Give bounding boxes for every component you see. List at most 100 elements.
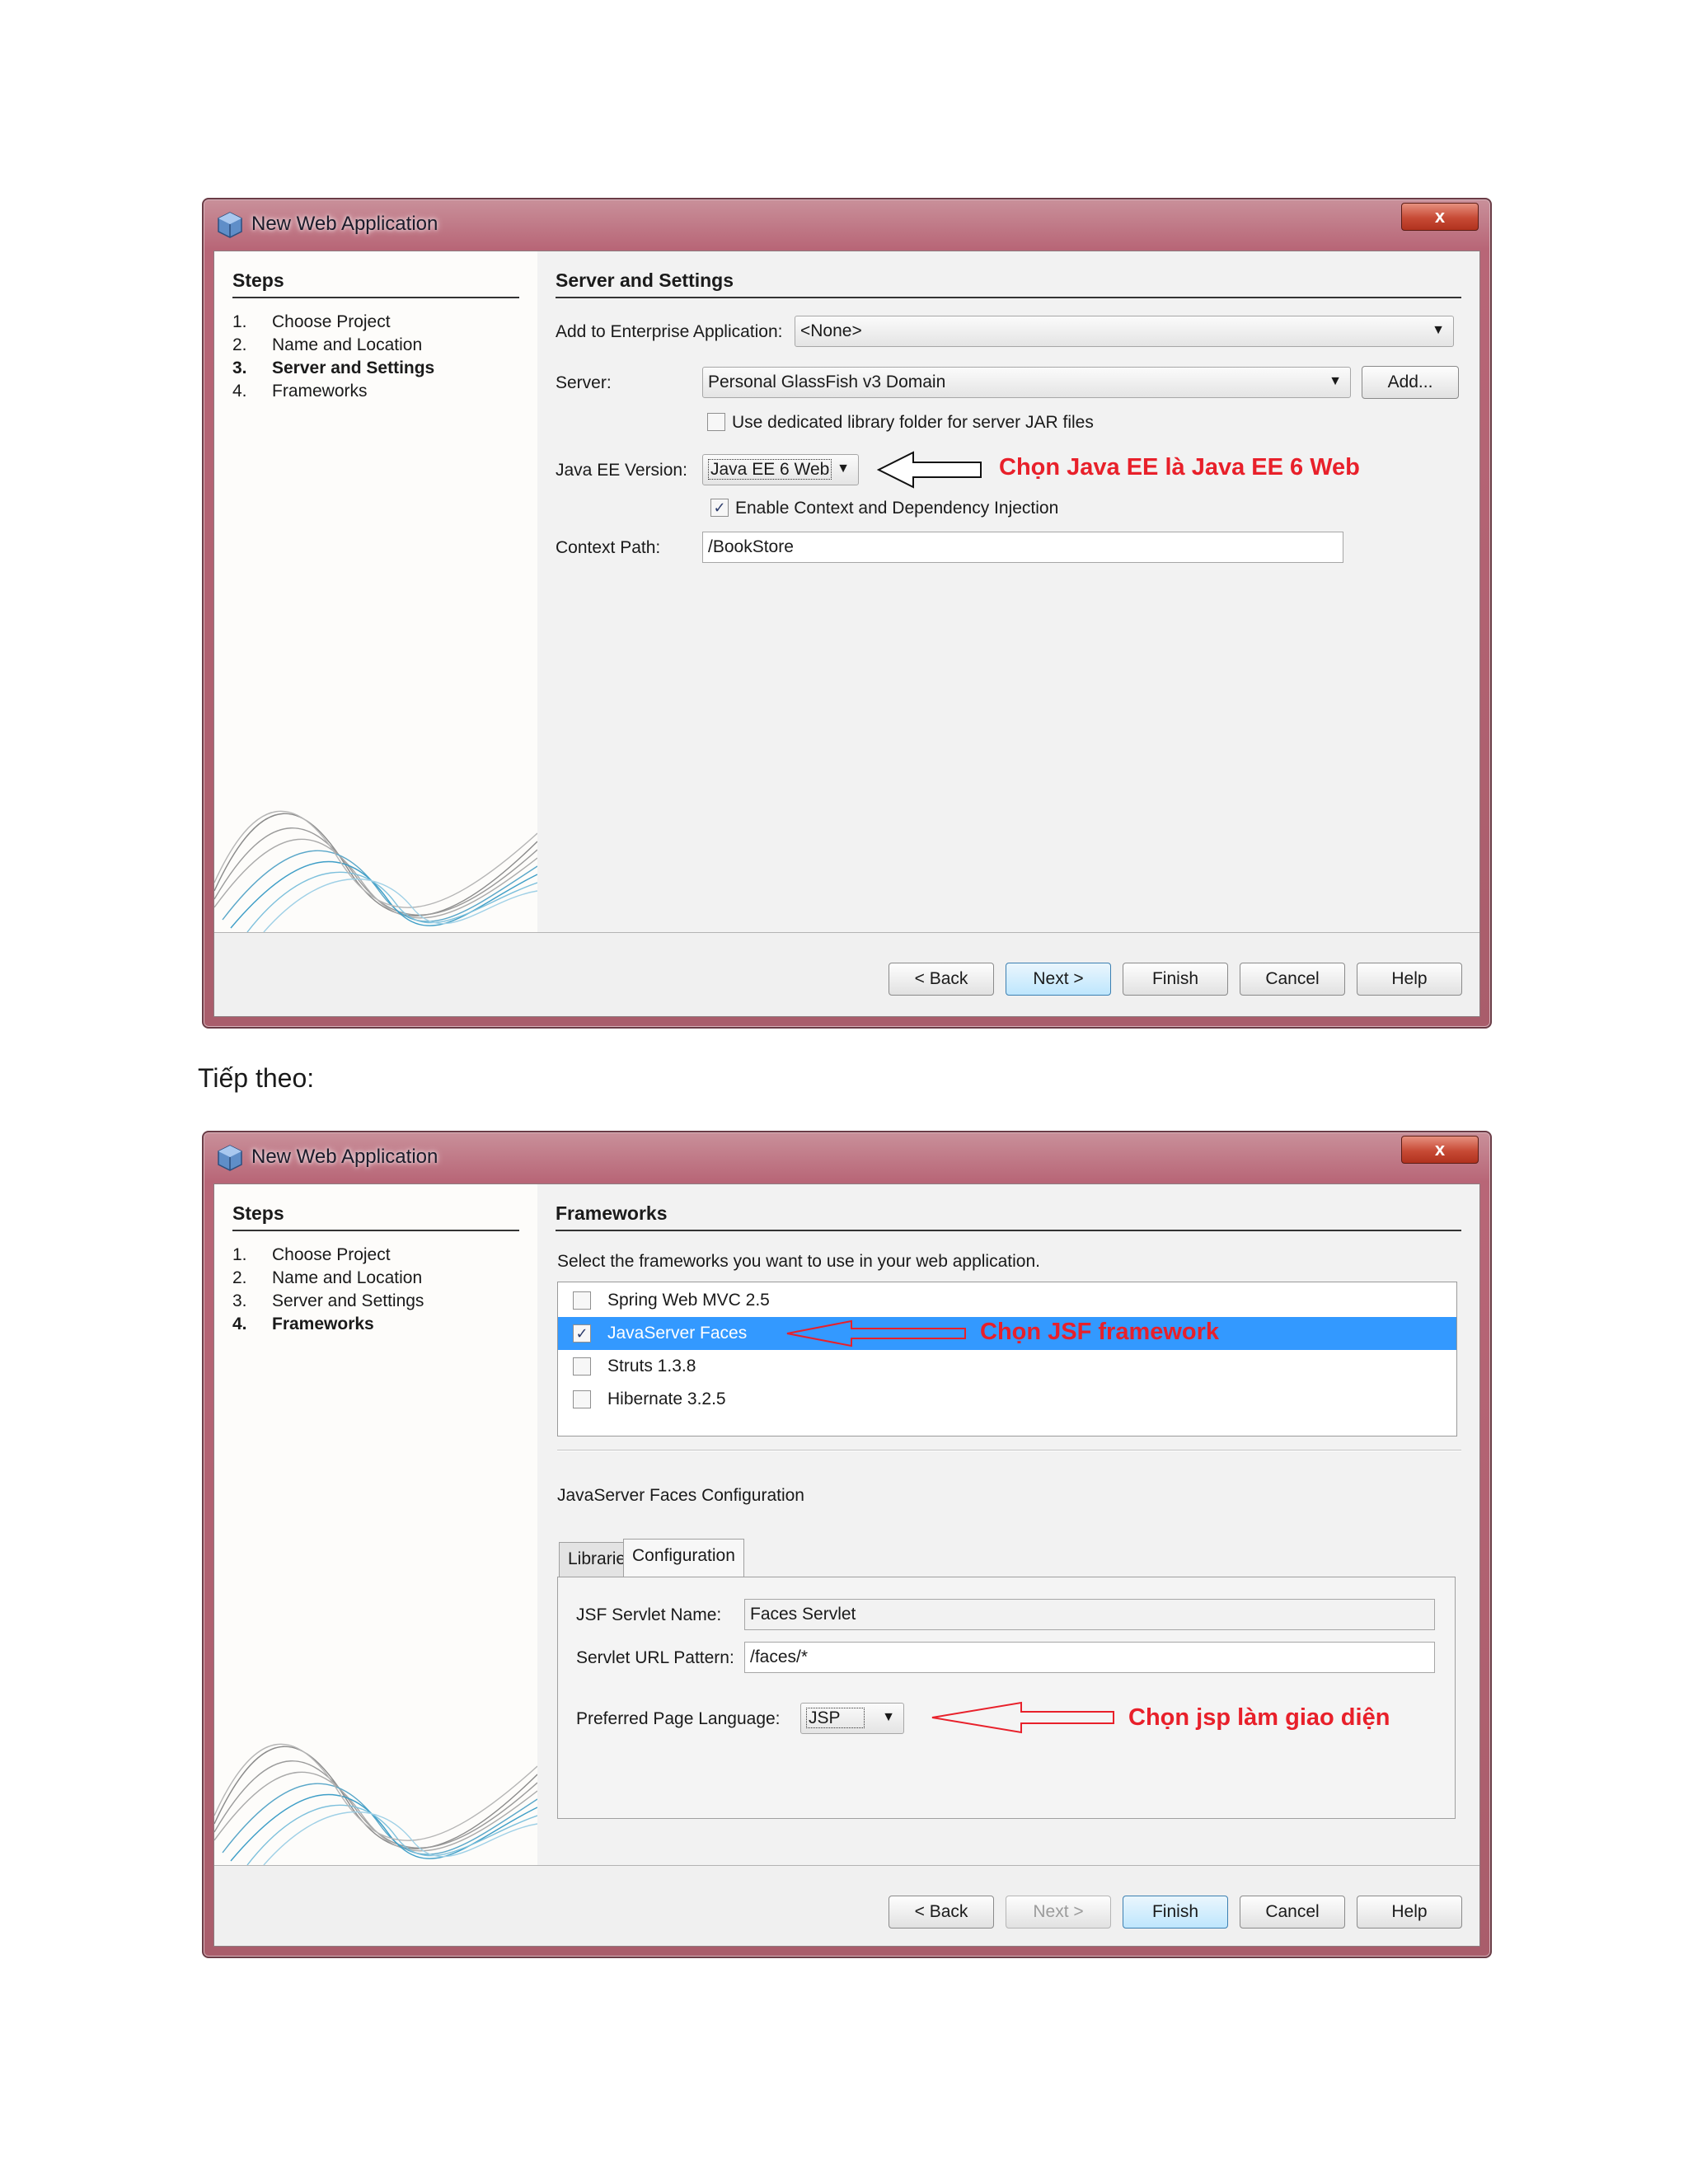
decorative-wave-graphic <box>214 810 537 932</box>
frameworks-list: Spring Web MVC 2.5 ✓ JavaServer Faces Ch… <box>557 1282 1457 1436</box>
new-web-application-dialog-server-settings: New Web Application x Steps 1. Choose Pro… <box>202 198 1492 1029</box>
dialog-client-area: Steps 1. Choose Project 2. Name and Locati… <box>213 1183 1480 1947</box>
netbeans-cube-icon <box>218 1145 242 1171</box>
javaee-version-select[interactable]: Java EE 6 Web ▼ <box>702 454 859 485</box>
step-number: 2. <box>232 1268 247 1287</box>
close-icon: x <box>1434 206 1446 227</box>
dedicated-lib-checkbox[interactable] <box>707 413 725 431</box>
steps-pane: Steps 1. Choose Project 2. Name and Locati… <box>214 1184 537 1865</box>
tab-configuration[interactable]: Configuration <box>623 1539 744 1577</box>
step-item: 3. Server and Settings <box>232 1291 424 1315</box>
jsf-annotation: Chọn JSF framework <box>980 1319 1220 1345</box>
finish-button[interactable]: Finish <box>1123 963 1228 996</box>
framework-row-struts[interactable]: Struts 1.3.8 <box>558 1350 1456 1383</box>
steps-title: Steps <box>232 269 519 298</box>
servlet-name-field[interactable]: Faces Servlet <box>744 1599 1435 1630</box>
chevron-down-icon: ▼ <box>1329 374 1342 388</box>
server-select[interactable]: Personal GlassFish v3 Domain ▼ <box>702 367 1351 398</box>
step-label: Choose Project <box>272 1245 391 1264</box>
steps-title: Steps <box>232 1202 519 1231</box>
steps-list: 1. Choose Project 2. Name and Location 3. S… <box>232 1245 424 1338</box>
enterprise-app-value: <None> <box>800 321 862 340</box>
step-label: Frameworks <box>272 1315 374 1333</box>
javaee-annotation: Chọn Java EE là Java EE 6 Web <box>999 454 1360 480</box>
framework-label: Hibernate 3.2.5 <box>607 1390 726 1408</box>
window-title: New Web Application <box>251 213 438 235</box>
frameworks-pane: Frameworks Select the frameworks you wan… <box>537 1184 1479 1865</box>
step-item: 1. Choose Project <box>232 1245 424 1268</box>
next-button[interactable]: Next > <box>1006 1896 1111 1929</box>
javaee-version-label: Java EE Version: <box>556 461 687 480</box>
close-button[interactable]: x <box>1401 1136 1479 1164</box>
server-settings-pane: Server and Settings Add to Enterprise Ap… <box>537 251 1479 932</box>
step-number: 4. <box>232 1315 247 1333</box>
dedicated-lib-label: Use dedicated library folder for server … <box>732 413 1094 432</box>
framework-row-spring[interactable]: Spring Web MVC 2.5 <box>558 1284 1456 1317</box>
back-button[interactable]: < Back <box>889 963 994 996</box>
title-bar[interactable]: New Web Application x <box>204 199 1490 249</box>
step-item-current: 3. Server and Settings <box>232 359 434 382</box>
annotation-arrow-icon <box>877 451 982 489</box>
page-language-value: JSP <box>806 1708 865 1728</box>
jsp-annotation: Chọn jsp làm giao diện <box>1128 1704 1390 1731</box>
caption-text: Tiếp theo: <box>198 1063 315 1093</box>
finish-button[interactable]: Finish <box>1123 1896 1228 1929</box>
step-number: 2. <box>232 335 247 354</box>
next-button[interactable]: Next > <box>1006 963 1111 996</box>
step-number: 1. <box>232 312 247 331</box>
button-bar: < Back Next > Finish Cancel Help <box>214 1865 1479 1946</box>
step-item: 4. Frameworks <box>232 382 434 405</box>
url-pattern-label: Servlet URL Pattern: <box>576 1648 734 1667</box>
page-language-select[interactable]: JSP ▼ <box>800 1703 904 1734</box>
server-value: Personal GlassFish v3 Domain <box>708 373 946 391</box>
cancel-button[interactable]: Cancel <box>1240 1896 1345 1929</box>
title-bar[interactable]: New Web Application x <box>204 1132 1490 1182</box>
close-button[interactable]: x <box>1401 203 1479 231</box>
framework-checkbox[interactable]: ✓ <box>573 1324 591 1343</box>
step-item: 2. Name and Location <box>232 335 434 359</box>
configuration-panel: JSF Servlet Name: Faces Servlet Servlet … <box>557 1577 1456 1819</box>
step-label: Choose Project <box>272 312 391 331</box>
decorative-wave-graphic <box>214 1743 537 1865</box>
frameworks-instruction: Select the frameworks you want to use in… <box>557 1252 1040 1271</box>
framework-label: JavaServer Faces <box>607 1324 748 1343</box>
framework-checkbox[interactable] <box>573 1291 591 1310</box>
help-button[interactable]: Help <box>1357 1896 1462 1929</box>
button-bar: < Back Next > Finish Cancel Help <box>214 932 1479 1016</box>
window-title: New Web Application <box>251 1146 438 1168</box>
step-number: 3. <box>232 359 247 377</box>
step-label: Frameworks <box>272 382 368 401</box>
step-label: Server and Settings <box>272 1291 424 1310</box>
framework-row-jsf[interactable]: ✓ JavaServer Faces Chọn JSF framework <box>558 1317 1456 1350</box>
new-web-application-dialog-frameworks: New Web Application x Steps 1. Choose Pro… <box>202 1131 1492 1958</box>
step-number: 4. <box>232 382 247 401</box>
back-button[interactable]: < Back <box>889 1896 994 1929</box>
enterprise-app-select[interactable]: <None> ▼ <box>795 316 1454 347</box>
annotation-arrow-icon <box>786 1319 966 1347</box>
cancel-button[interactable]: Cancel <box>1240 963 1345 996</box>
help-button[interactable]: Help <box>1357 963 1462 996</box>
server-label: Server: <box>556 373 612 392</box>
javaee-version-value: Java EE 6 Web <box>708 459 832 480</box>
add-server-button[interactable]: Add... <box>1362 366 1459 399</box>
chevron-down-icon: ▼ <box>1432 323 1445 337</box>
step-item: 1. Choose Project <box>232 312 434 335</box>
steps-pane: Steps 1. Choose Project 2. Name and Locati… <box>214 251 537 932</box>
step-item-current: 4. Frameworks <box>232 1315 424 1338</box>
cdi-checkbox[interactable]: ✓ <box>710 499 729 517</box>
framework-checkbox[interactable] <box>573 1357 591 1376</box>
step-label: Server and Settings <box>272 359 435 377</box>
framework-checkbox[interactable] <box>573 1390 591 1408</box>
framework-label: Struts 1.3.8 <box>607 1357 696 1376</box>
framework-row-hibernate[interactable]: Hibernate 3.2.5 <box>558 1383 1456 1416</box>
page-language-label: Preferred Page Language: <box>576 1709 781 1728</box>
step-label: Name and Location <box>272 1268 423 1287</box>
framework-label: Spring Web MVC 2.5 <box>607 1291 770 1310</box>
step-number: 3. <box>232 1291 247 1310</box>
url-pattern-field[interactable]: /faces/* <box>744 1642 1435 1673</box>
step-number: 1. <box>232 1245 247 1264</box>
context-path-field[interactable]: /BookStore <box>702 532 1343 563</box>
jsf-config-title: JavaServer Faces Configuration <box>557 1486 804 1505</box>
cdi-label: Enable Context and Dependency Injection <box>735 499 1059 518</box>
annotation-arrow-icon <box>931 1701 1114 1734</box>
